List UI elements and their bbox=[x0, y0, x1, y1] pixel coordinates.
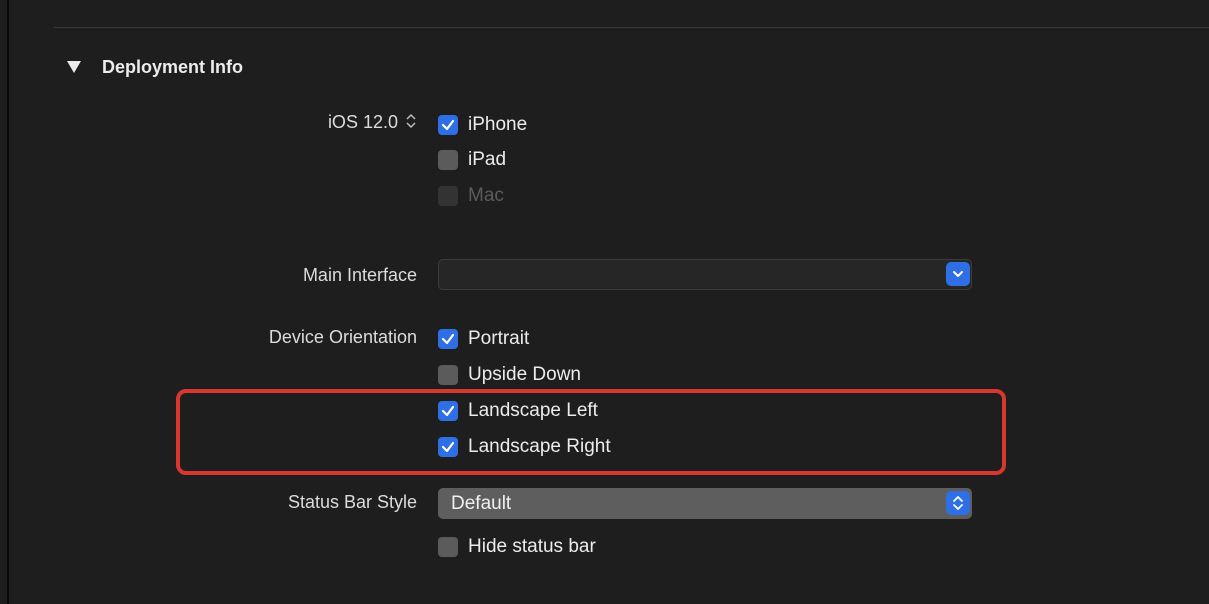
main-interface-combobox[interactable] bbox=[438, 259, 972, 290]
hide-status-bar-checkbox[interactable]: Hide status bar bbox=[438, 534, 596, 560]
deployment-target-label: iOS 12.0 bbox=[327, 112, 398, 132]
device-mac-checkbox: Mac bbox=[438, 183, 504, 209]
up-down-chevron-icon[interactable] bbox=[946, 491, 970, 515]
device-ipad-checkbox[interactable]: iPad bbox=[438, 147, 506, 173]
hide-status-bar-label: Hide status bar bbox=[468, 536, 596, 557]
orientation-upside-down-checkbox[interactable]: Upside Down bbox=[438, 362, 581, 388]
chevron-down-icon[interactable] bbox=[946, 262, 970, 286]
device-label: Mac bbox=[468, 185, 504, 206]
checkbox-unchecked-icon[interactable] bbox=[438, 537, 458, 557]
checkbox-unchecked-icon[interactable] bbox=[438, 365, 458, 385]
device-iphone-checkbox[interactable]: iPhone bbox=[438, 112, 527, 138]
device-orientation-label: Device Orientation bbox=[268, 327, 417, 347]
status-bar-style-popup[interactable]: Default bbox=[438, 488, 972, 519]
orientation-label: Upside Down bbox=[468, 364, 581, 385]
device-label: iPad bbox=[468, 149, 507, 170]
checkbox-unchecked-icon[interactable] bbox=[438, 150, 458, 170]
deployment-target-stepper[interactable]: iOS 12.0 bbox=[328, 112, 417, 133]
device-label: iPhone bbox=[468, 114, 528, 135]
orientation-label: Portrait bbox=[468, 328, 530, 349]
disclosure-triangle-icon[interactable] bbox=[66, 59, 82, 75]
orientation-portrait-checkbox[interactable]: Portrait bbox=[438, 326, 529, 352]
section-header[interactable]: Deployment Info bbox=[66, 54, 243, 80]
checkbox-checked-icon[interactable] bbox=[438, 115, 458, 135]
section-title: Deployment Info bbox=[102, 56, 244, 77]
status-bar-style-label: Status Bar Style bbox=[287, 492, 417, 512]
checkbox-disabled-icon bbox=[438, 186, 458, 206]
red-highlight-box bbox=[176, 389, 1006, 475]
up-down-chevron-icon[interactable] bbox=[405, 112, 417, 130]
section-divider bbox=[54, 27, 1209, 28]
status-bar-style-value: Default bbox=[451, 492, 512, 514]
main-interface-label: Main Interface bbox=[302, 265, 417, 285]
left-divider bbox=[7, 0, 9, 604]
checkbox-checked-icon[interactable] bbox=[438, 329, 458, 349]
